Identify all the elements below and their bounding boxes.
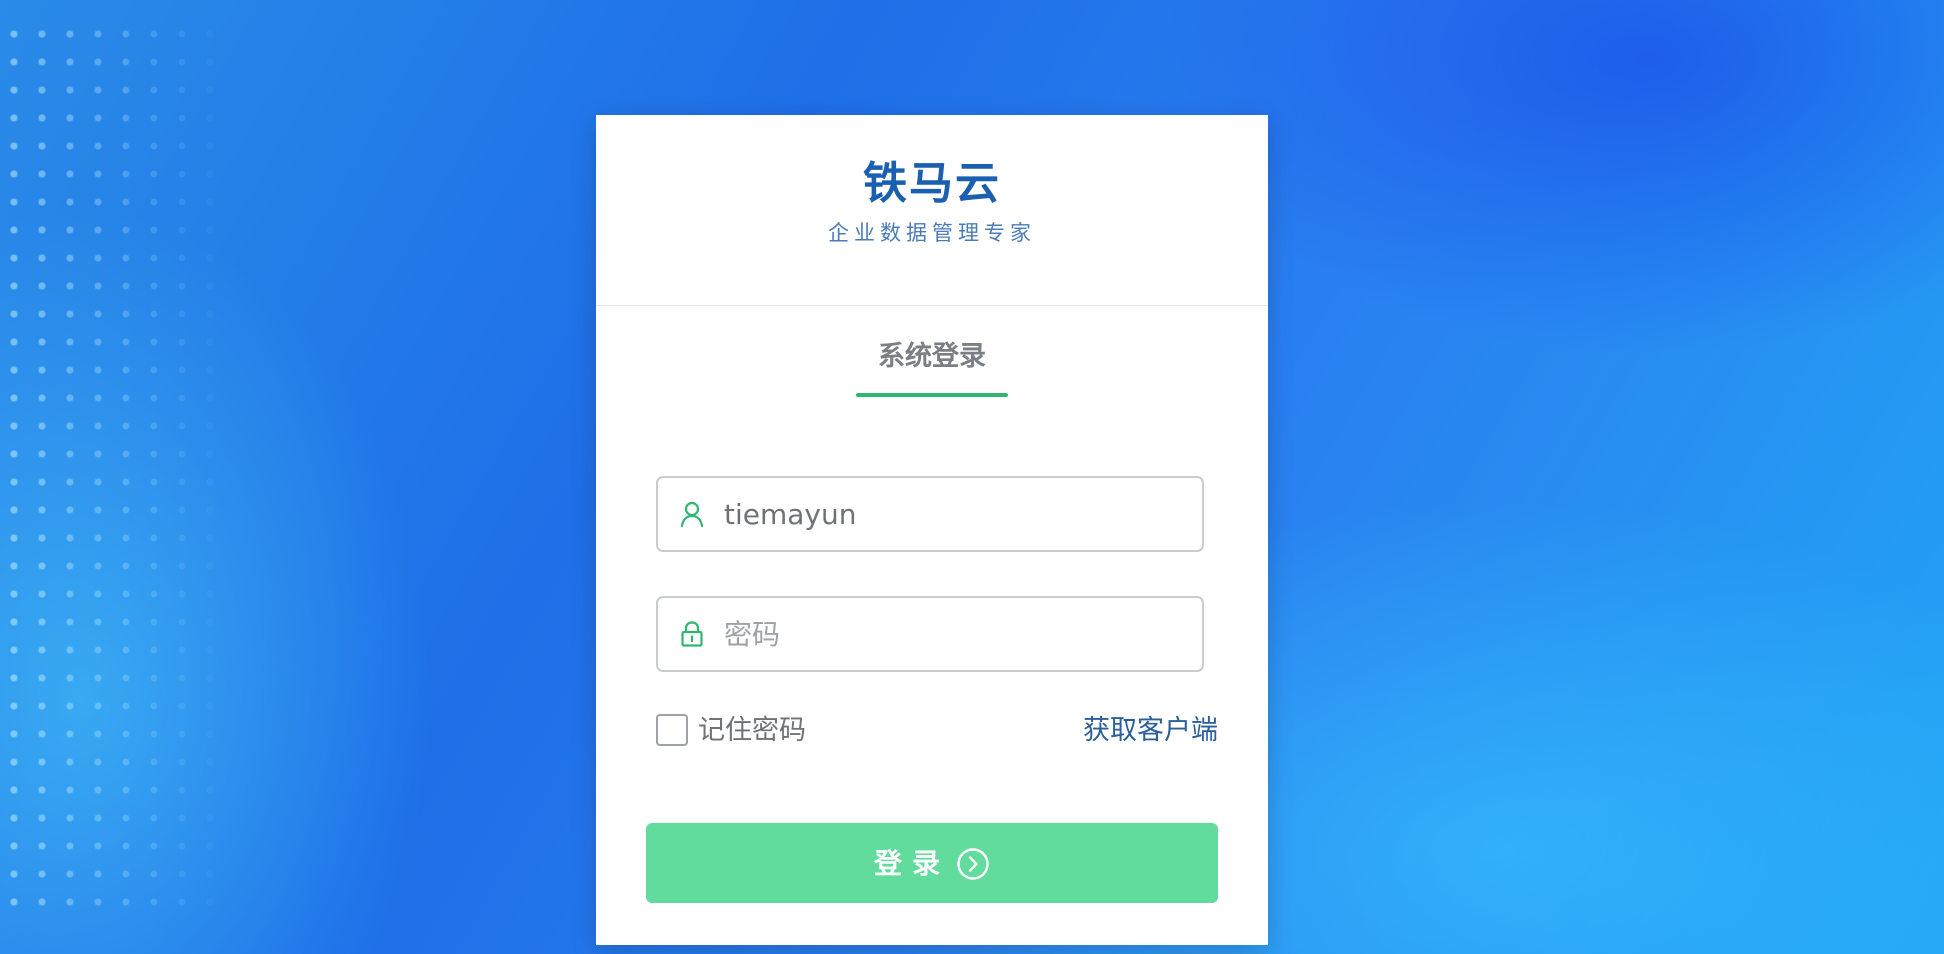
- lock-icon: [678, 620, 706, 648]
- arrow-right-circle-icon: [956, 847, 990, 881]
- tab-label: 系统登录: [878, 341, 986, 372]
- background-dot-pattern: [0, 20, 230, 920]
- remember-password-label[interactable]: 记住密码: [698, 712, 806, 750]
- user-icon: [678, 500, 706, 528]
- tab-active-indicator: [856, 393, 1008, 397]
- username-input[interactable]: [722, 488, 1186, 540]
- brand-logo-text: 铁马云: [863, 158, 1001, 209]
- login-card: 铁马云 企业数据管理专家 系统登录 记住密码 获取客户端: [596, 115, 1268, 945]
- brand-header: 铁马云 企业数据管理专家: [596, 115, 1268, 306]
- get-client-link[interactable]: 获取客户端: [1083, 712, 1218, 750]
- login-button-label: 登录: [873, 846, 950, 880]
- password-input[interactable]: [722, 608, 1186, 660]
- remember-password-checkbox[interactable]: [656, 714, 688, 746]
- login-button[interactable]: 登录: [646, 823, 1218, 903]
- password-field[interactable]: [656, 596, 1204, 672]
- tab-system-login[interactable]: 系统登录: [856, 325, 1008, 397]
- username-field[interactable]: [656, 476, 1204, 552]
- brand-slogan: 企业数据管理专家: [828, 221, 1036, 245]
